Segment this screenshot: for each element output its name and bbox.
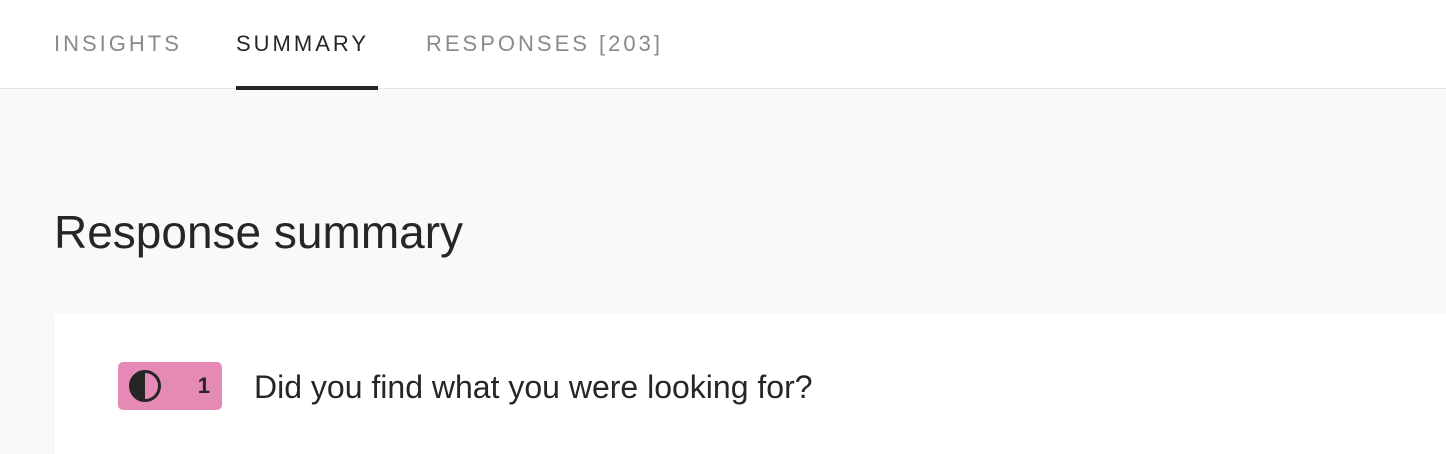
tab-insights-label: INSIGHTS [54, 31, 182, 56]
tab-summary[interactable]: SUMMARY [236, 0, 378, 90]
half-circle-icon [128, 369, 162, 403]
page-title: Response summary [54, 206, 464, 258]
tab-responses-label: RESPONSES [203] [426, 31, 663, 56]
tab-responses[interactable]: RESPONSES [203] [426, 0, 663, 88]
question-card: 1 Did you find what you were looking for… [54, 314, 1446, 454]
question-text: Did you find what you were looking for? [254, 369, 813, 405]
top-tab-bar: INSIGHTS SUMMARY RESPONSES [203] [0, 0, 1446, 90]
active-tab-indicator [236, 86, 378, 90]
tab-summary-label: SUMMARY [236, 31, 370, 56]
tab-insights[interactable]: INSIGHTS [54, 0, 182, 88]
question-number: 1 [197, 373, 210, 398]
question-badge: 1 [118, 362, 222, 410]
